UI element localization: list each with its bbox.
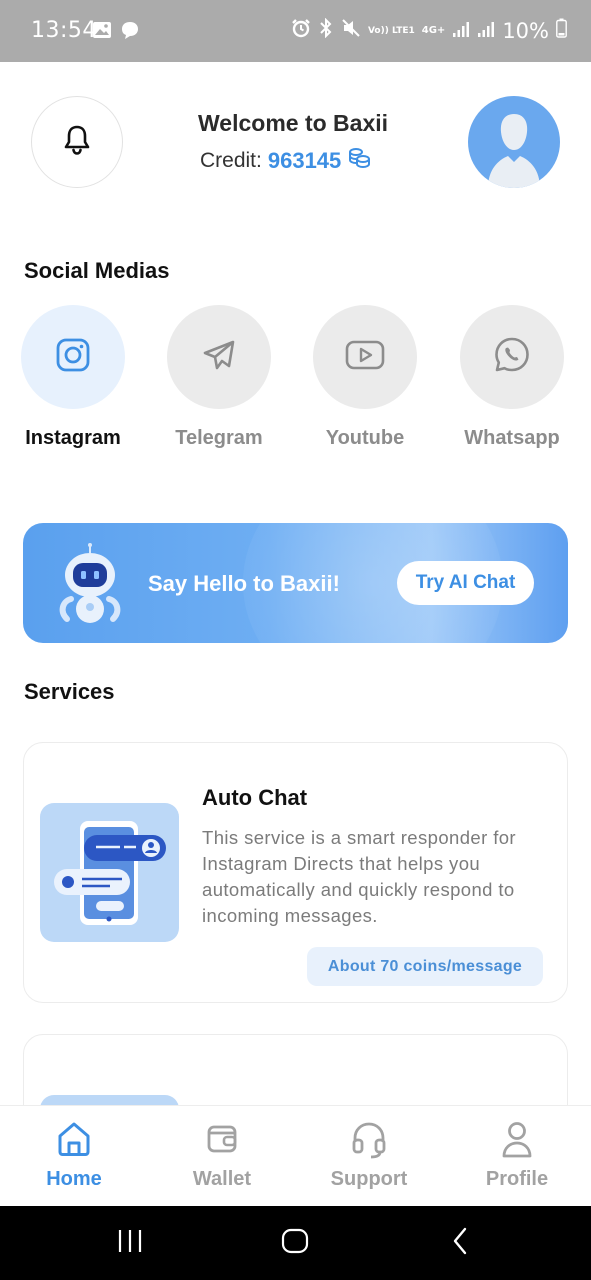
volte-icon: Vo)) LTE1 xyxy=(367,25,415,36)
home-icon xyxy=(55,1120,93,1163)
nav-label: Home xyxy=(46,1168,102,1190)
chat-phone-illustration xyxy=(40,803,179,942)
social-whatsapp[interactable]: Whatsapp xyxy=(460,305,564,450)
social-telegram[interactable]: Telegram xyxy=(167,305,271,450)
credit-row: Credit: 963145 xyxy=(200,147,371,175)
nav-support[interactable]: Support xyxy=(295,1106,443,1207)
bottom-nav: Home Wallet Support Profile xyxy=(0,1105,591,1206)
nav-label: Profile xyxy=(485,1168,549,1190)
telegram-icon xyxy=(201,337,237,378)
robot-icon xyxy=(53,543,123,632)
home-circle-icon[interactable] xyxy=(281,1226,309,1261)
social-label: Whatsapp xyxy=(464,427,560,449)
notifications-button[interactable] xyxy=(31,96,123,188)
mute-icon xyxy=(341,18,361,43)
banner-text: Say Hello to Baxii! xyxy=(148,571,340,596)
user-silhouette-icon xyxy=(468,114,560,188)
coins-icon xyxy=(347,147,371,175)
avatar[interactable] xyxy=(468,96,560,188)
4g-icon: 4G+ xyxy=(421,25,446,36)
social-label: Youtube xyxy=(325,427,405,449)
nav-label: Support xyxy=(330,1168,408,1190)
battery-icon xyxy=(556,18,567,43)
system-nav-bar xyxy=(0,1206,591,1280)
bluetooth-icon xyxy=(318,17,334,43)
recent-apps-icon[interactable] xyxy=(117,1226,143,1261)
social-label: Telegram xyxy=(175,427,263,449)
youtube-icon xyxy=(344,339,386,376)
alarm-icon xyxy=(291,18,311,43)
credit-label: Credit: xyxy=(200,149,262,172)
chat-bubble-icon xyxy=(120,20,140,45)
whatsapp-icon xyxy=(493,336,531,379)
person-icon xyxy=(500,1120,534,1163)
status-bar: 13:54 Vo)) LTE1 4G+ 10% xyxy=(0,0,591,62)
nav-profile[interactable]: Profile xyxy=(443,1106,591,1207)
nav-label: Wallet xyxy=(192,1168,252,1190)
instagram-icon xyxy=(55,337,91,378)
social-label: Instagram xyxy=(25,427,121,449)
services-title: Services xyxy=(24,679,115,704)
social-instagram[interactable]: Instagram xyxy=(21,305,125,450)
battery-percent: 10% xyxy=(502,18,549,43)
welcome-title: Welcome to Baxii xyxy=(198,110,389,136)
back-icon[interactable] xyxy=(450,1226,470,1261)
signal-icon xyxy=(452,19,470,43)
credit-value: 963145 xyxy=(267,148,342,173)
headset-icon xyxy=(350,1120,388,1165)
price-badge: About 70 coins/message xyxy=(307,947,543,986)
ai-chat-banner[interactable]: Say Hello to Baxii! Try AI Chat xyxy=(23,523,568,643)
nav-home[interactable]: Home xyxy=(0,1106,148,1207)
try-ai-chat-button[interactable]: Try AI Chat xyxy=(397,561,534,605)
service-card-auto-chat[interactable]: Auto Chat This service is a smart respon… xyxy=(23,742,568,1003)
social-youtube[interactable]: Youtube xyxy=(313,305,417,450)
signal-icon xyxy=(477,19,495,43)
social-medias-title: Social Medias xyxy=(24,258,170,283)
status-time: 13:54 xyxy=(31,18,97,43)
nav-wallet[interactable]: Wallet xyxy=(148,1106,296,1207)
image-icon xyxy=(92,20,112,45)
bell-icon xyxy=(62,124,92,161)
wallet-icon xyxy=(204,1120,240,1161)
service-description: This service is a smart responder for In… xyxy=(202,827,516,926)
service-title: Auto Chat xyxy=(202,785,308,810)
